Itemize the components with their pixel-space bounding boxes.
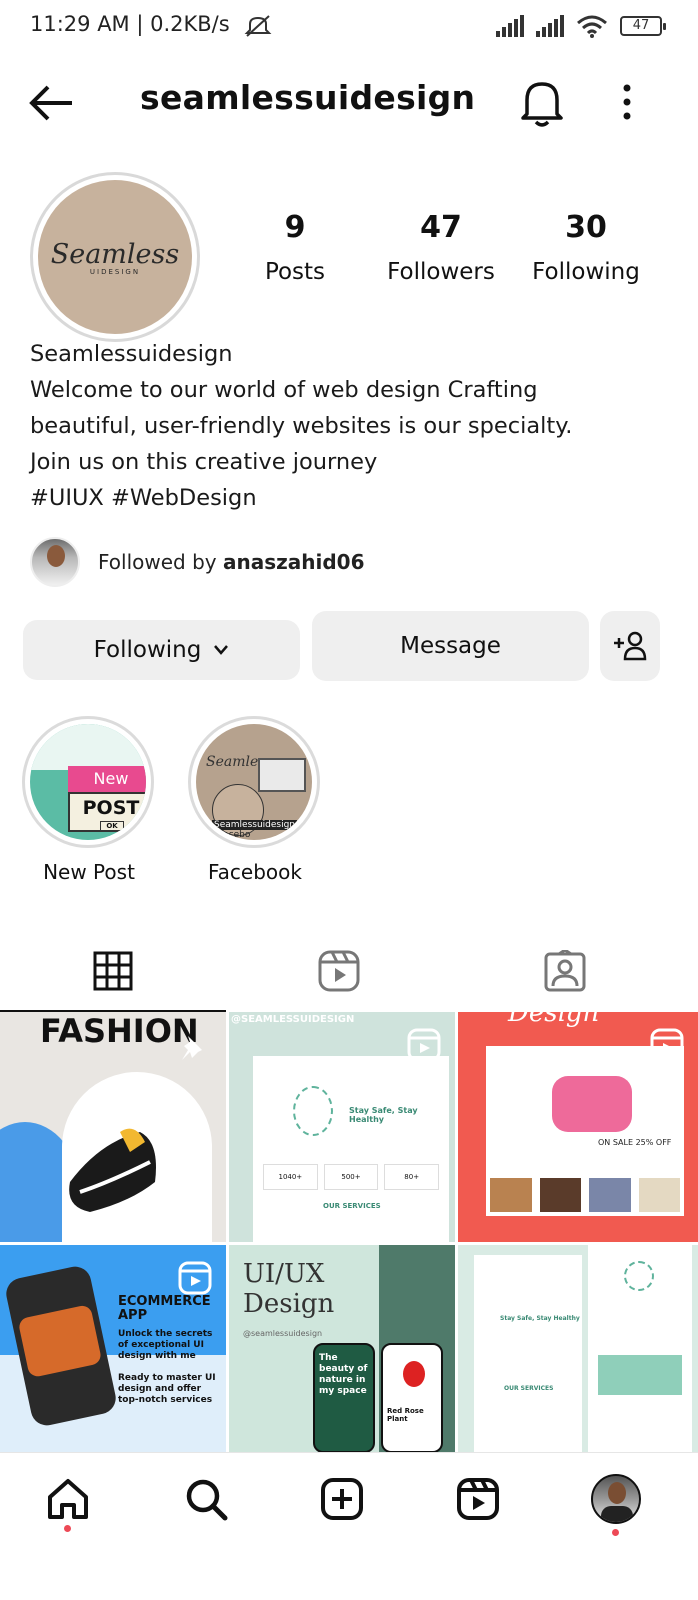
- stat-value: 9: [284, 210, 306, 245]
- add-user-button[interactable]: [600, 611, 660, 681]
- signal-icon: [536, 15, 564, 37]
- highlight-cover: Seamless Seamlessuidesign facebo: [196, 724, 312, 840]
- status-time: 11:29 AM | 0.2KB/s: [30, 12, 230, 36]
- tab-reels[interactable]: [226, 930, 452, 1012]
- bio-line: Welcome to our world of web design Craft…: [30, 377, 538, 403]
- follower-avatar: [30, 537, 80, 587]
- bottom-nav: [0, 1452, 698, 1600]
- stat-value: 47: [420, 210, 462, 245]
- stat-label: Followers: [387, 259, 495, 285]
- avatar-logo: Seamless: [50, 238, 180, 270]
- following-label: Following: [93, 637, 202, 663]
- nav-search[interactable]: [180, 1473, 232, 1525]
- stat-posts[interactable]: 9 Posts: [262, 210, 328, 285]
- grid-post[interactable]: FASHION: [0, 1012, 226, 1242]
- reels-icon: [650, 1028, 684, 1062]
- highlight-label: Facebook: [208, 860, 302, 884]
- highlight-cover: New POST OK: [30, 724, 146, 840]
- followed-by-text: Followed by anaszahid06: [98, 550, 365, 574]
- stat-value: 30: [565, 210, 607, 245]
- message-button[interactable]: Message: [312, 611, 589, 681]
- highlight-new-post[interactable]: New POST OK New Post: [22, 716, 156, 884]
- status-icons: 47: [496, 14, 666, 38]
- notification-dot: [64, 1525, 71, 1532]
- profile-avatar: [591, 1474, 641, 1524]
- stat-following[interactable]: 30 Following: [530, 210, 642, 285]
- page-title: seamlessuidesign: [140, 78, 476, 117]
- highlight-label: New Post: [43, 860, 135, 884]
- search-icon: [186, 1479, 228, 1521]
- battery-indicator: 47: [620, 16, 666, 36]
- arrow-left-icon[interactable]: [26, 78, 76, 128]
- grid-post[interactable]: ECOMMERCE APP Unlock the secrets of exce…: [0, 1245, 226, 1452]
- profile-bio: Seamlessuidesign Welcome to our world of…: [30, 336, 670, 516]
- bell-icon[interactable]: [517, 76, 567, 130]
- home-icon: [48, 1479, 88, 1519]
- stat-followers[interactable]: 47 Followers: [385, 210, 497, 285]
- reels-icon: [178, 1261, 212, 1295]
- highlight-new-tag: New: [68, 766, 146, 792]
- post-title: FASHION: [40, 1012, 199, 1050]
- grid-post[interactable]: UI/UX Design @seamlessuidesign The beaut…: [229, 1245, 455, 1452]
- message-label: Message: [400, 633, 501, 659]
- grid-post[interactable]: Stay Safe, Stay Healthy OUR SERVICES: [458, 1245, 698, 1452]
- profile-tabs: [0, 930, 698, 1012]
- reels-icon: [457, 1478, 499, 1520]
- add-user-icon: [614, 631, 647, 661]
- bio-line: Join us on this creative journey: [30, 449, 378, 475]
- nav-home[interactable]: [42, 1473, 94, 1525]
- tagged-icon: [544, 950, 586, 992]
- nav-profile[interactable]: [590, 1473, 642, 1525]
- create-icon: [321, 1478, 363, 1520]
- mute-icon: [244, 15, 272, 37]
- pin-icon: [182, 1036, 202, 1060]
- stat-label: Posts: [264, 259, 326, 285]
- tab-tagged[interactable]: [452, 930, 678, 1012]
- grid-icon: [93, 951, 133, 991]
- more-vertical-icon[interactable]: [612, 78, 642, 128]
- grid-post[interactable]: @SEAMLESSUIDESIGN Stay Safe, Stay Health…: [229, 1012, 455, 1242]
- highlight-post-text: POST: [82, 797, 140, 819]
- top-nav: seamlessuidesign: [0, 62, 698, 142]
- wifi-icon: [577, 15, 607, 38]
- signal-icon: [496, 15, 524, 37]
- posts-grid: FASHION @SEAMLESSUIDESIGN Stay Safe, Sta…: [0, 1012, 698, 1452]
- stat-label: Following: [532, 259, 640, 285]
- status-bar: 11:29 AM | 0.2KB/s 47: [0, 0, 698, 52]
- bio-line: beautiful, user-friendly websites is our…: [30, 413, 573, 439]
- bio-name: Seamlessuidesign: [30, 341, 233, 367]
- reels-icon: [407, 1028, 441, 1062]
- tab-posts[interactable]: [0, 930, 226, 1012]
- following-button[interactable]: Following: [23, 620, 300, 680]
- nav-reels[interactable]: [452, 1473, 504, 1525]
- grid-post[interactable]: Design ON SALE 25% OFF: [458, 1012, 698, 1242]
- followed-by[interactable]: Followed by anaszahid06: [30, 536, 365, 588]
- highlight-facebook[interactable]: Seamless Seamlessuidesign facebo Faceboo…: [188, 716, 322, 884]
- chevron-down-icon: [214, 645, 229, 655]
- followed-by-user: anaszahid06: [222, 550, 365, 574]
- profile-avatar[interactable]: Seamless UIDESIGN: [30, 172, 200, 342]
- bio-hashtags[interactable]: #UIUX #WebDesign: [30, 480, 670, 516]
- nav-create[interactable]: [316, 1473, 368, 1525]
- notification-dot: [612, 1529, 619, 1536]
- reels-icon: [318, 950, 360, 992]
- avatar-logo-sub: UIDESIGN: [89, 267, 141, 276]
